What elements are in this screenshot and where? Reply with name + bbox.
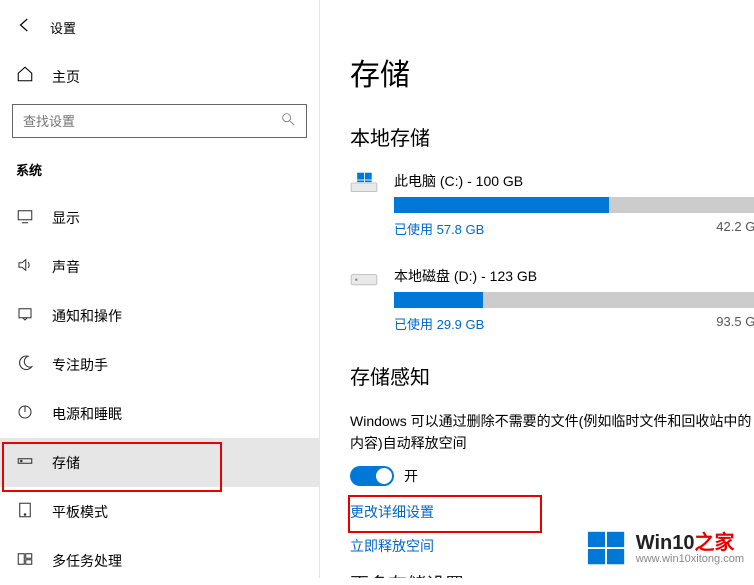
- home-label: 主页: [52, 67, 80, 87]
- toggle-label: 开: [404, 466, 418, 486]
- sidebar-item-label: 平板模式: [52, 502, 108, 522]
- moon-icon: [16, 354, 34, 375]
- used-label[interactable]: 已使用 29.9 GB: [394, 314, 484, 333]
- sidebar-item-storage[interactable]: 存储: [0, 438, 319, 487]
- tablet-icon: [16, 501, 34, 522]
- storage-sense-toggle[interactable]: [350, 466, 394, 486]
- display-icon: [16, 207, 34, 228]
- notifications-icon: [16, 305, 34, 326]
- watermark-brand: Win10: [636, 532, 695, 554]
- nav-list: 显示 声音 通知和操作 专注助手 电源和睡眠 存储: [0, 193, 319, 585]
- disk-row[interactable]: 本地磁盘 (D:) - 123 GB 已使用 29.9 GB 93.5 GB: [350, 266, 754, 333]
- page-title: 存储: [350, 50, 754, 94]
- search-input[interactable]: [23, 114, 280, 129]
- free-label: 42.2 GB: [716, 219, 754, 238]
- search-box[interactable]: [12, 104, 307, 138]
- windows-drive-icon: [350, 171, 378, 195]
- storage-icon: [16, 452, 34, 473]
- usage-bar-used: [394, 292, 483, 308]
- sidebar-item-label: 显示: [52, 208, 80, 228]
- sidebar-item-label: 电源和睡眠: [52, 404, 122, 424]
- back-icon[interactable]: [16, 16, 34, 39]
- sidebar-item-label: 存储: [52, 453, 80, 473]
- used-label[interactable]: 已使用 57.8 GB: [394, 219, 484, 238]
- sidebar-item-label: 通知和操作: [52, 306, 122, 326]
- sidebar-item-label: 多任务处理: [52, 551, 122, 571]
- home-icon: [16, 65, 34, 88]
- sidebar-item-display[interactable]: 显示: [0, 193, 319, 242]
- watermark-suffix: 之家: [695, 532, 735, 554]
- disk-row[interactable]: 此电脑 (C:) - 100 GB 已使用 57.8 GB 42.2 GB: [350, 171, 754, 238]
- sidebar: 设置 主页 系统 显示 声音: [0, 0, 320, 578]
- sidebar-item-power[interactable]: 电源和睡眠: [0, 389, 319, 438]
- home-link[interactable]: 主页: [0, 57, 319, 104]
- settings-title: 设置: [50, 18, 76, 37]
- search-icon: [280, 111, 296, 132]
- sidebar-item-focus[interactable]: 专注助手: [0, 340, 319, 389]
- free-label: 93.5 GB: [716, 314, 754, 333]
- usage-bar: [394, 197, 754, 213]
- sidebar-item-notifications[interactable]: 通知和操作: [0, 291, 319, 340]
- power-icon: [16, 403, 34, 424]
- main-content: 存储 本地存储 此电脑 (C:) - 100 GB 已使用 57.8 GB 42…: [320, 0, 754, 578]
- usage-bar-used: [394, 197, 609, 213]
- disk-name: 此电脑 (C:) - 100 GB: [394, 171, 754, 191]
- watermark-url: www.win10xitong.com: [636, 554, 744, 566]
- disk-name: 本地磁盘 (D:) - 123 GB: [394, 266, 754, 286]
- usage-bar: [394, 292, 754, 308]
- sidebar-item-sound[interactable]: 声音: [0, 242, 319, 291]
- hdd-icon: [350, 266, 378, 290]
- multitask-icon: [16, 550, 34, 571]
- watermark: Win10之家 www.win10xitong.com: [582, 526, 748, 572]
- windows-logo-icon: [586, 528, 628, 570]
- speaker-icon: [16, 256, 34, 277]
- storage-sense-description: Windows 可以通过删除不需要的文件(例如临时文件和回收站中的内容)自动释放…: [350, 410, 754, 454]
- section-label: 系统: [0, 156, 319, 193]
- storage-sense-heading: 存储感知: [350, 361, 754, 390]
- sidebar-item-label: 声音: [52, 257, 80, 277]
- sidebar-item-label: 专注助手: [52, 355, 108, 375]
- change-settings-link[interactable]: 更改详细设置: [350, 502, 754, 522]
- sidebar-item-tablet[interactable]: 平板模式: [0, 487, 319, 536]
- local-storage-heading: 本地存储: [350, 122, 754, 151]
